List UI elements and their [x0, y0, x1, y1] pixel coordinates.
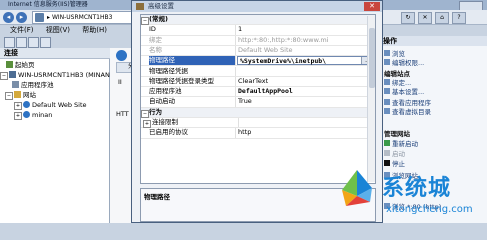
collapse-icon[interactable]: −: [5, 92, 13, 100]
globe-icon: [23, 111, 30, 118]
edit-icon: [384, 59, 390, 65]
globe-icon: [116, 50, 127, 61]
collapse-icon[interactable]: −: [141, 109, 149, 118]
home-icon: [6, 61, 13, 68]
category-behavior[interactable]: − 行为: [141, 107, 375, 118]
prop-row-connection-limits[interactable]: + 连接限制: [141, 118, 375, 129]
group-edit-site: 编辑站点: [384, 70, 410, 78]
server-icon: [35, 13, 44, 22]
prop-row-auto-start[interactable]: 自动启动 True: [141, 97, 375, 108]
address-toolbar-right: ↻ ✕ ⌂?: [398, 12, 482, 24]
prop-row-path-credentials[interactable]: 物理路径凭据: [141, 66, 375, 77]
action-edit-permissions[interactable]: 编辑权限...: [384, 59, 424, 68]
watermark-logo-icon: [342, 170, 372, 206]
action-start[interactable]: 启动: [384, 150, 405, 159]
group-manage-site: 管理网站: [384, 130, 410, 138]
description-title: 物理路径: [144, 193, 170, 201]
sites-folder-icon: [14, 91, 21, 98]
connections-toolbar: [0, 36, 140, 48]
link-icon: [384, 79, 390, 85]
app-icon: [384, 99, 390, 105]
dialog-app-icon: [136, 3, 144, 10]
action-basic-settings[interactable]: 基本设置...: [384, 88, 424, 97]
prop-row-enabled-protocols[interactable]: 已启用的协议 http: [141, 128, 375, 139]
connect-icon[interactable]: [4, 37, 15, 48]
action-view-virtual-dirs[interactable]: 查看虚拟目录: [384, 108, 431, 117]
address-text: WIN-USRMCNT1HB3: [51, 14, 113, 21]
forward-arrow-icon[interactable]: ▸: [16, 12, 27, 23]
prop-row-app-pool[interactable]: 应用程序池 DefaultAppPool: [141, 87, 375, 98]
watermark-en-text: xitongcheng.com: [386, 204, 473, 215]
collapse-icon[interactable]: −: [0, 72, 8, 80]
action-browse[interactable]: 浏览: [384, 50, 405, 59]
collapse-icon[interactable]: −: [141, 17, 149, 25]
window-title: Internet 信息服务(IIS)管理器: [8, 1, 88, 8]
app-pool-icon: [12, 81, 19, 88]
remove-icon[interactable]: [40, 37, 51, 48]
action-restart[interactable]: 重新启动: [384, 140, 418, 149]
up-icon[interactable]: [28, 37, 39, 48]
menu-file[interactable]: 文件(F): [10, 26, 34, 34]
scrollbar-thumb[interactable]: [369, 28, 375, 88]
help-icon[interactable]: ?: [452, 12, 466, 24]
tree-item-start-page[interactable]: 起始页: [6, 61, 35, 70]
settings-icon: [384, 88, 390, 94]
globe-icon: [23, 101, 30, 108]
center-fragment-2: HTT: [116, 110, 129, 118]
tree-item-server[interactable]: − WIN-USRMCNT1HB3 (MINAN: [0, 71, 110, 80]
home-icon[interactable]: ⌂: [435, 12, 449, 24]
tree-item-minan[interactable]: + minan: [14, 111, 52, 120]
prop-row-bindings[interactable]: 绑定 http:*:80:,http:*:80:www.mi: [141, 35, 375, 46]
close-icon[interactable]: ✕: [364, 2, 380, 11]
watermark-cn-text: 系统城: [382, 176, 452, 201]
action-bindings[interactable]: 绑定...: [384, 79, 411, 88]
menu-view[interactable]: 视图(V): [46, 26, 70, 34]
menu-help[interactable]: 帮助(H): [82, 26, 107, 34]
prop-row-id[interactable]: ID 1: [141, 25, 375, 36]
prop-row-name[interactable]: 名称 Default Web Site: [141, 45, 375, 57]
back-arrow-icon[interactable]: ◂: [3, 12, 14, 23]
connections-panel: 连接 起始页 − WIN-USRMCNT1HB3 (MINAN 应用程序池 − 网站…: [0, 48, 110, 223]
tree-item-app-pools[interactable]: 应用程序池: [12, 81, 54, 90]
folder-icon: [384, 108, 390, 114]
window-controls[interactable]: [459, 1, 483, 10]
watermark: 系统城 xitongcheng.com: [322, 166, 487, 223]
center-fragment-1: II: [118, 78, 122, 86]
restart-icon: [384, 140, 390, 146]
action-view-applications[interactable]: 查看应用程序: [384, 99, 431, 108]
expand-icon[interactable]: +: [143, 120, 151, 128]
browse-icon: [384, 50, 390, 56]
tree-item-default-web-site[interactable]: + Default Web Site: [14, 101, 87, 110]
address-field[interactable]: ▸ WIN-USRMCNT1HB3: [32, 11, 142, 24]
expand-icon[interactable]: +: [14, 112, 22, 120]
prop-row-logon-type[interactable]: 物理路径凭据登录类型 ClearText: [141, 76, 375, 88]
stop-icon[interactable]: ✕: [418, 12, 432, 24]
expand-icon[interactable]: +: [14, 102, 22, 110]
prop-row-physical-path[interactable]: 物理路径 %SystemDrive%\inetpub\ ...: [141, 56, 375, 67]
refresh-icon[interactable]: ↻: [401, 12, 415, 24]
server-icon: [9, 71, 16, 78]
physical-path-input[interactable]: %SystemDrive%\inetpub\ ...: [237, 56, 375, 66]
property-grid: − (常规) ID 1 绑定 http:*:80:,http:*:80:www.…: [140, 14, 376, 184]
actions-title: 操作: [379, 36, 487, 46]
connections-title: 连接: [0, 48, 110, 59]
property-grid-scrollbar[interactable]: [367, 16, 375, 182]
dialog-title: 高级设置: [148, 2, 174, 10]
dialog-titlebar: 高级设置: [132, 1, 382, 12]
tree-item-sites[interactable]: − 网站: [5, 91, 36, 100]
save-icon[interactable]: [16, 37, 27, 48]
category-general[interactable]: − (常规): [141, 15, 375, 26]
address-separator: ▸: [47, 14, 51, 21]
start-icon: [384, 150, 390, 156]
nav-buttons: ◂ ▸: [3, 12, 29, 23]
